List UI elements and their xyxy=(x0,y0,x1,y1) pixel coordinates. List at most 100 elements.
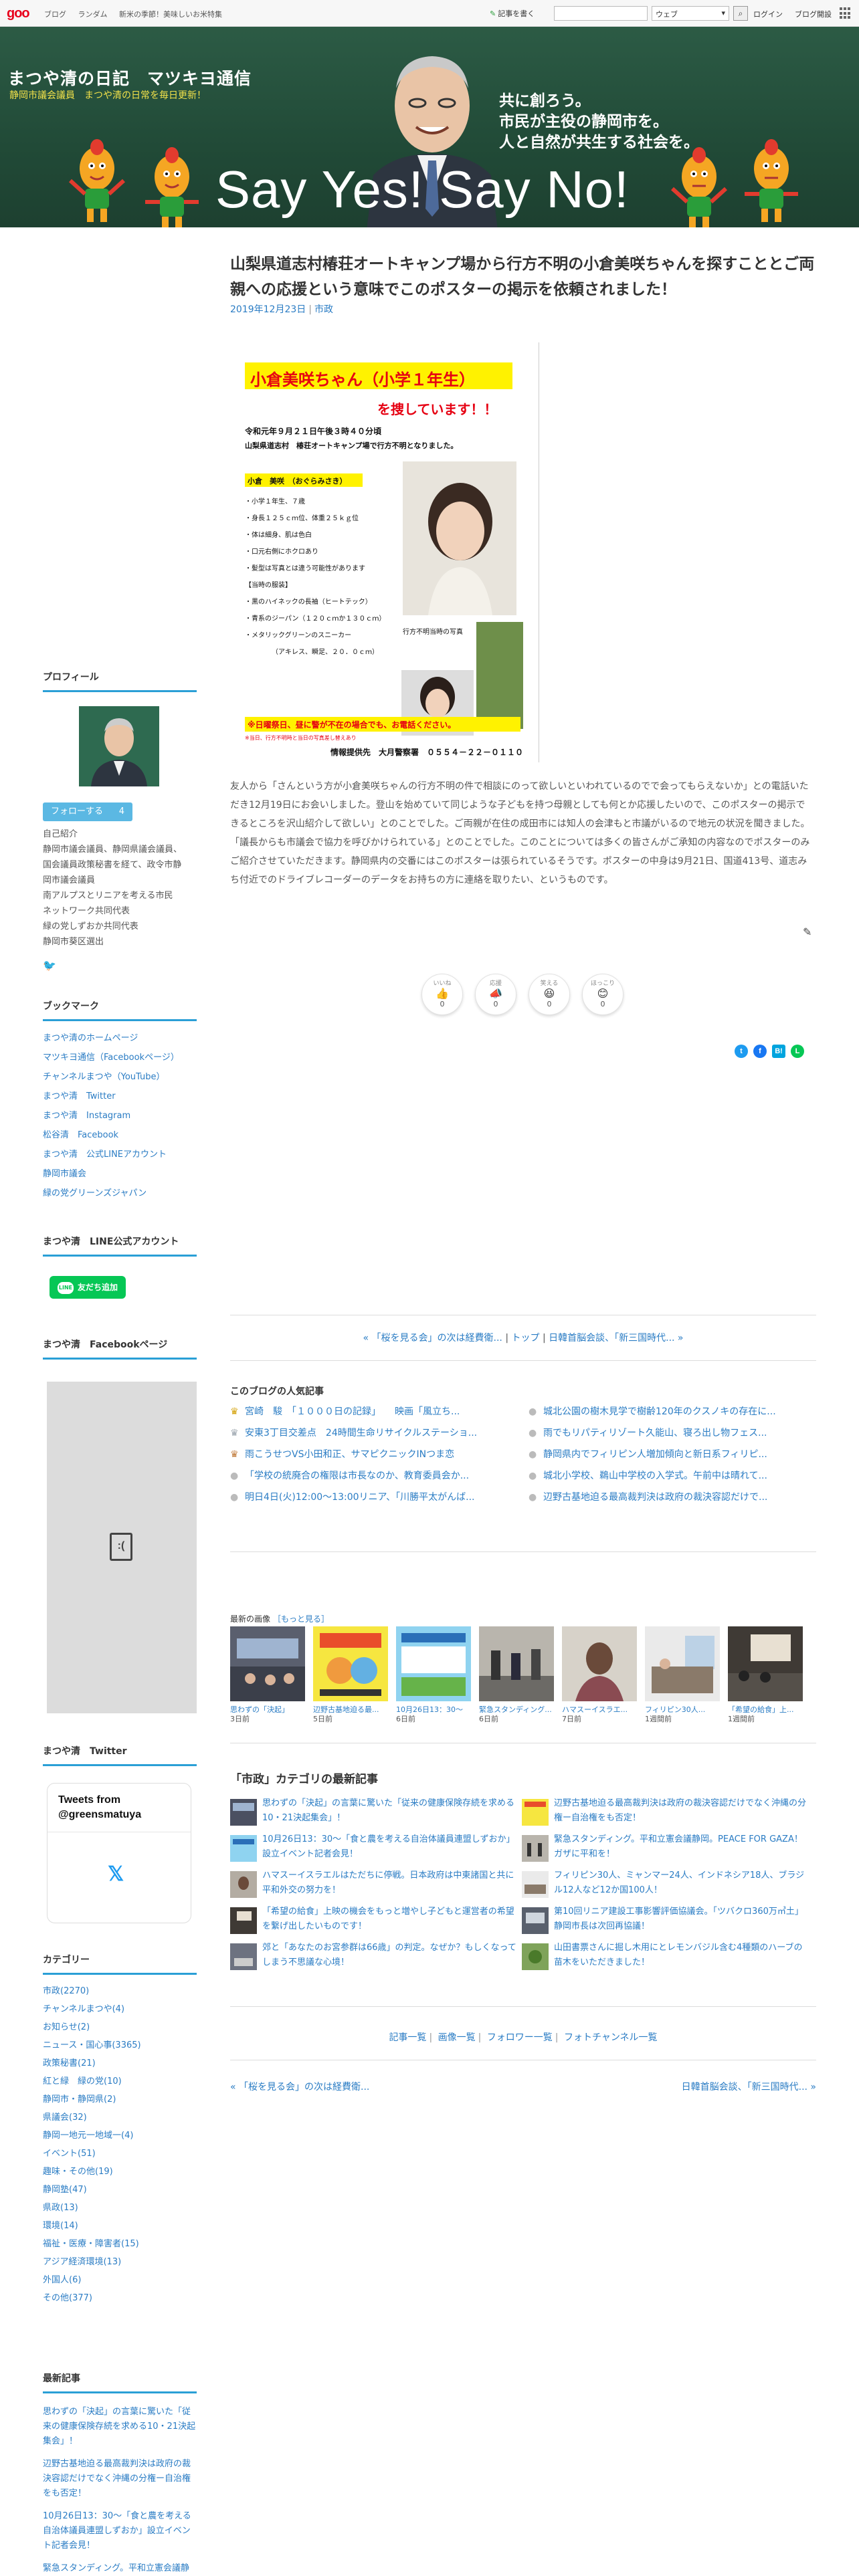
next-article-link[interactable]: 日韓首脳会談、「新三国時代... » xyxy=(549,1333,683,1344)
category-link[interactable]: 環境(14) xyxy=(43,2217,197,2235)
reaction-cheer[interactable]: 応援 📣 0 xyxy=(475,974,516,1015)
popular-article-link[interactable]: ● 雨でもリパティリゾート久能山、寝ろ出し物フェス... xyxy=(529,1426,809,1447)
category-link[interactable]: 政策秘書(21) xyxy=(43,2054,197,2072)
popular-article-link[interactable]: ● 「学校の統廃合の権限は市長なのか、教育委員会か... xyxy=(230,1469,511,1490)
category-article-link[interactable]: 緊急スタンディング。平和立憲会議静岡。PEACE FOR GAZA！ガザに平和を… xyxy=(522,1832,809,1868)
category-link[interactable]: チャンネルまつや(4) xyxy=(43,2000,197,2018)
recent-image-item[interactable]: 「希望の給食」上... 1週間前 xyxy=(728,1626,803,1724)
facebook-page-embed[interactable]: :( xyxy=(47,1382,197,1713)
recent-image-item[interactable]: 10月26日13：30～ 6日前 xyxy=(396,1626,471,1724)
category-link[interactable]: お知らせ(2) xyxy=(43,2018,197,2036)
category-link[interactable]: 静岡一地元一地域一(4) xyxy=(43,2127,197,2145)
search-input[interactable] xyxy=(554,6,648,21)
avatar[interactable] xyxy=(79,706,159,786)
line-add-friend-button[interactable]: LINE 友だち追加 xyxy=(50,1276,126,1299)
next-article-link[interactable]: 日韓首脳会談、「新三国時代... » xyxy=(653,2080,816,2093)
article-title[interactable]: 山梨県道志村椿荘オートキャンプ場から行方不明の小倉美咲ちゃんを探すこととご両親へ… xyxy=(230,251,819,302)
reaction-like[interactable]: いいね 👍 0 xyxy=(421,974,463,1015)
recent-image-item[interactable]: 辺野古基地迫る最... 5日前 xyxy=(313,1626,388,1724)
latest-article-link[interactable]: 10月26日13：30～「食と農を考える自治体議員連盟しずおか」設立イベント記者… xyxy=(43,2509,197,2553)
category-article-link[interactable]: 「希望の給食」上映の機会をもっと増やし子どもと運営者の希望を繋げ出したいものです… xyxy=(230,1905,518,1941)
popular-article-link[interactable]: ● 静岡県内でフィリピン人増加傾向と新日系フィリピ... xyxy=(529,1447,809,1469)
edit-pencil-icon[interactable]: ✎ xyxy=(803,926,812,938)
nav-random[interactable]: ランダム xyxy=(78,10,108,19)
bookmark-link[interactable]: まつや清 公式LINEアカウント xyxy=(43,1145,197,1164)
category-link[interactable]: 県政(13) xyxy=(43,2199,197,2217)
category-link[interactable]: 静岡市・静岡県(2) xyxy=(43,2090,197,2109)
bookmark-link[interactable]: マツキヨ通信（Facebookページ） xyxy=(43,1048,197,1067)
article-date[interactable]: 2019年12月23日 xyxy=(230,304,306,315)
bookmark-link[interactable]: 松谷清 Facebook xyxy=(43,1125,197,1145)
bookmark-link[interactable]: まつや清 Twitter xyxy=(43,1087,197,1106)
recent-image-item[interactable]: フィリピン30人... 1週間前 xyxy=(645,1626,720,1724)
category-article-link[interactable]: 10月26日13：30～「食と農を考える自治体議員連盟しずおか」設立イベント記者… xyxy=(230,1832,518,1868)
category-link[interactable]: 紅と緑 緑の党(10) xyxy=(43,2072,197,2090)
line-icon[interactable]: L xyxy=(791,1045,804,1058)
category-article-link[interactable]: 山田書票さんに掘し木用にとレモンバジル含む4種類のハーブの苗木をいただきました！ xyxy=(522,1941,809,1977)
category-article-link[interactable]: 郊と「あなたのお宮参群は66歳」の判定。なぜか？もしくなってしまう不思議な心境！ xyxy=(230,1941,518,1977)
bookmark-link[interactable]: チャンネルまつや（YouTube） xyxy=(43,1067,197,1087)
bookmark-link[interactable]: まつや清 Instagram xyxy=(43,1106,197,1125)
category-link[interactable]: 福祉・医療・障害者(15) xyxy=(43,2235,197,2253)
category-link[interactable]: 外国人(6) xyxy=(43,2271,197,2289)
search-scope-select[interactable]: ウェブ ▾ xyxy=(652,6,729,21)
category-link[interactable]: アジア経済環境(13) xyxy=(43,2253,197,2271)
popular-article-link[interactable]: ● 明日4日(火)12:00～13:00リニア、「川勝平太がんば... xyxy=(230,1490,511,1511)
hatena-bookmark-icon[interactable]: B! xyxy=(772,1045,785,1058)
category-link[interactable]: 静岡塾(47) xyxy=(43,2181,197,2199)
search-button[interactable]: ⌕ xyxy=(733,6,748,21)
category-article-link[interactable]: フィリピン30人、ミャンマー24人、インドネシア18人、ブラジル12人など12か… xyxy=(522,1868,809,1905)
write-article-link[interactable]: ✎ 記事を書く xyxy=(490,8,535,19)
photo-channel-list-link[interactable]: フォトチャンネル一覧 xyxy=(564,2032,658,2043)
tweets-from-heading[interactable]: Tweets from @greensmatuya xyxy=(58,1793,185,1822)
prev-article-link[interactable]: « 「桜を見る会」の次は経費衛... xyxy=(230,2080,369,2093)
category-article-link[interactable]: 思わずの「決起」の言葉に驚いた「従来の健康保険存続を求める10・21決起集会」！ xyxy=(230,1796,518,1832)
category-link[interactable]: イベント(51) xyxy=(43,2145,197,2163)
blog-header-banner[interactable]: まつや清の日記 マツキヨ通信 静岡市議会議員 まつや清の日常を毎日更新！ 共に創… xyxy=(0,27,859,227)
latest-article-link[interactable]: 緊急スタンディング。平和立憲会議静岡。PEACE FOR GAZA！ガザに平和を… xyxy=(43,2561,197,2576)
follow-button[interactable]: フォローする 4 xyxy=(43,802,132,821)
category-article-link[interactable]: 辺野古基地迫る最高裁判決は政府の裁決容認だけでなく沖縄の分権ー自治権をも否定！ xyxy=(522,1796,809,1832)
category-link[interactable]: 市政(2270) xyxy=(43,1982,197,2000)
popular-article-link[interactable]: ● 辺野古基地迫る最高裁判決は政府の裁決容認だけで... xyxy=(529,1490,809,1511)
popular-article-link[interactable]: ● 城北小学校、鵜山中学校の入学式。午前中は晴れて... xyxy=(529,1469,809,1490)
prev-article-link[interactable]: « 「桜を見る会」の次は経費衛... xyxy=(363,1333,502,1344)
latest-article-link[interactable]: 辺野古基地迫る最高裁判決は政府の裁決容認だけでなく沖縄の分権ー自治権をも否定！ xyxy=(43,2457,197,2501)
category-link[interactable]: ニュース・国心事(3365) xyxy=(43,2036,197,2054)
bookmark-link[interactable]: 静岡市議会 xyxy=(43,1164,197,1184)
apps-grid-icon[interactable] xyxy=(840,7,852,19)
follower-list-link[interactable]: フォロワー一覧 xyxy=(487,2032,553,2043)
facebook-icon[interactable]: f xyxy=(753,1045,767,1058)
popular-article-link[interactable]: ● 城北公園の樹木見学で樹齢120年のクスノキの存在に... xyxy=(529,1404,809,1426)
category-link[interactable]: その他(377) xyxy=(43,2289,197,2307)
article-category[interactable]: 市政 xyxy=(314,304,333,315)
top-link[interactable]: トップ xyxy=(512,1333,540,1344)
goo-logo[interactable]: goo xyxy=(7,6,30,21)
login-link[interactable]: ログイン xyxy=(753,9,783,19)
category-article-link[interactable]: 第10回リニア建設工事影響評価協議会。「ツバクロ360万㎥土」静岡市長は次回再協… xyxy=(522,1905,809,1941)
article-list-link[interactable]: 記事一覧 xyxy=(389,2032,426,2043)
category-link[interactable]: 趣味・その他(19) xyxy=(43,2163,197,2181)
nav-blog[interactable]: ブログ xyxy=(44,10,66,19)
reaction-funny[interactable]: 笑える 😆 0 xyxy=(529,974,570,1015)
recent-image-item[interactable]: 緊急スタンディング... 6日前 xyxy=(479,1626,554,1724)
blog-title[interactable]: まつや清の日記 マツキヨ通信 xyxy=(8,66,252,90)
twitter-timeline-embed[interactable]: Tweets from @greensmatuya 𝕏 xyxy=(47,1783,191,1923)
category-article-link[interactable]: ハマスーイスラエルはただちに停戦。日本政府は中東諸国と共に平和外交の努力を！ xyxy=(230,1868,518,1905)
recent-image-item[interactable]: 思わずの「決起」 3日前 xyxy=(230,1626,305,1724)
twitter-bird-icon[interactable]: 🐦 xyxy=(43,959,56,972)
nav-feature[interactable]: 新米の季節！美味しいお米特集 xyxy=(119,10,222,19)
reaction-warm[interactable]: ほっこり 😊 0 xyxy=(582,974,624,1015)
start-blog-link[interactable]: ブログ開設 xyxy=(795,9,832,19)
bookmark-link[interactable]: 緑の党グリーンズジャパン xyxy=(43,1184,197,1203)
more-images-link[interactable]: ［もっと見る］ xyxy=(273,1614,329,1624)
popular-article-link[interactable]: ♛ 安東3丁目交差点 24時間生命リサイクルステーショ... xyxy=(230,1426,511,1447)
popular-article-link[interactable]: ♛ 宮崎 駿 「１０００日の記録」 映画「風立ち... xyxy=(230,1404,511,1426)
popular-article-link[interactable]: ♛ 雨こうせつVS小田和正、サマピクニックINつま恋 xyxy=(230,1447,511,1469)
latest-article-link[interactable]: 思わずの「決起」の言葉に驚いた「従来の健康保険存続を求める10・21決起集会」！ xyxy=(43,2405,197,2449)
recent-image-item[interactable]: ハマスーイスラエ... 7日前 xyxy=(562,1626,637,1724)
category-link[interactable]: 県議会(32) xyxy=(43,2109,197,2127)
twitter-icon[interactable]: t xyxy=(735,1045,748,1058)
bookmark-link[interactable]: まつや清のホームページ xyxy=(43,1029,197,1048)
image-list-link[interactable]: 画像一覧 xyxy=(438,2032,476,2043)
